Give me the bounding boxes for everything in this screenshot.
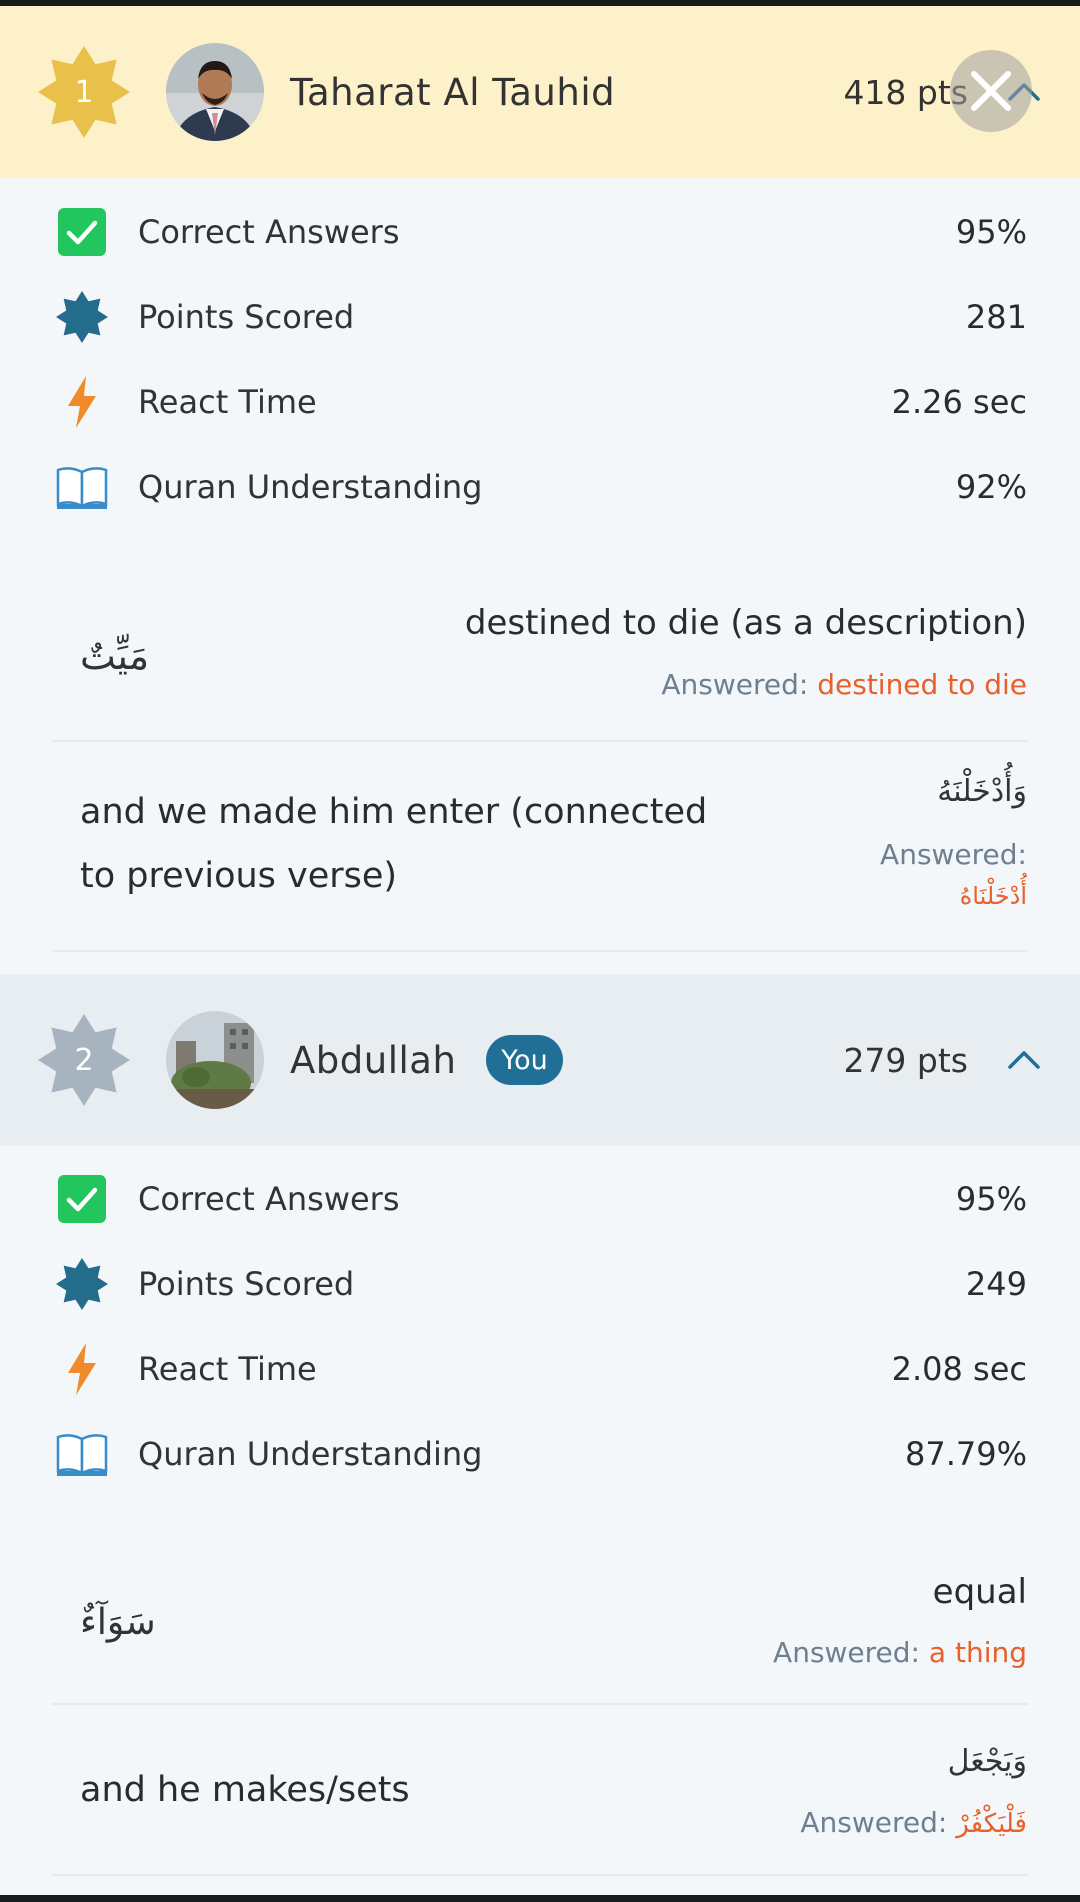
star-badge-icon — [56, 291, 108, 343]
stat-row-react-time: React Time 2.26 sec — [0, 372, 1080, 432]
stat-label: React Time — [138, 383, 317, 421]
close-button[interactable] — [950, 50, 1032, 132]
stat-value: 87.79% — [904, 1435, 1027, 1473]
answered-line: Answered: فَلْيَكْفُرْ — [800, 1806, 1027, 1839]
divider — [52, 1703, 1028, 1705]
rank-badge-silver: 2 — [38, 1014, 130, 1106]
stat-value: 95% — [955, 1180, 1027, 1218]
stat-value: 95% — [955, 213, 1027, 251]
you-badge: You — [486, 1035, 563, 1085]
question-meaning: to previous verse) — [80, 856, 398, 896]
check-icon — [56, 206, 108, 258]
check-icon — [56, 1173, 108, 1225]
avatar — [166, 1011, 264, 1109]
stat-label: React Time — [138, 1350, 317, 1388]
star-badge-icon — [56, 1258, 108, 1310]
arabic-word: مَيِّتٌ — [80, 634, 150, 678]
stat-row-quran-understanding: Quran Understanding 92% — [0, 457, 1080, 517]
player-name: Abdullah — [290, 1038, 457, 1082]
stat-row-points-scored: Points Scored 249 — [0, 1254, 1080, 1314]
player-row-1[interactable]: 1 Taharat Al Tauhid 418 pts — [0, 6, 1080, 178]
divider — [52, 1874, 1028, 1876]
stat-label: Correct Answers — [138, 1180, 400, 1218]
stat-value: 281 — [965, 298, 1027, 336]
question-meaning: destined to die (as a description) — [464, 603, 1027, 643]
question-meaning: and he makes/sets — [80, 1770, 410, 1810]
answered-label: Answered: — [880, 838, 1027, 871]
stat-row-quran-understanding: Quran Understanding 87.79% — [0, 1424, 1080, 1484]
stat-label: Points Scored — [138, 298, 355, 336]
stat-value: 2.08 sec — [891, 1350, 1027, 1388]
stat-value: 249 — [965, 1265, 1027, 1303]
stat-label: Quran Understanding — [138, 1435, 483, 1473]
stat-row-correct-answers: Correct Answers 95% — [0, 1169, 1080, 1229]
answered-label: Answered: — [661, 668, 809, 701]
player-name: Taharat Al Tauhid — [290, 70, 616, 114]
question-meaning: and we made him enter (connected — [80, 792, 708, 832]
player-points: 279 pts — [843, 1040, 968, 1080]
leaderboard-screen: 1 Taharat Al Tauhid 418 pts Correct Answ… — [0, 6, 1080, 1895]
lightning-icon — [56, 1343, 108, 1395]
rank-badge-gold: 1 — [38, 46, 130, 138]
avatar — [166, 43, 264, 141]
answered-line: Answered: a thing — [773, 1636, 1027, 1669]
stat-row-correct-answers: Correct Answers 95% — [0, 202, 1080, 262]
stat-row-points-scored: Points Scored 281 — [0, 287, 1080, 347]
answered-label: Answered: — [773, 1636, 920, 1669]
answered-value: destined to die — [817, 668, 1027, 701]
book-icon — [56, 461, 108, 513]
answered-value: فَلْيَكْفُرْ — [956, 1809, 1027, 1839]
arabic-word: وَأُدْخَلْنَهُ — [937, 774, 1027, 809]
arabic-word: سَوَآءٌ — [80, 1602, 156, 1643]
divider — [52, 740, 1028, 742]
rank-number: 1 — [74, 74, 94, 110]
close-icon — [971, 71, 1011, 111]
answered-label: Answered: — [800, 1806, 948, 1839]
stat-value: 92% — [955, 468, 1027, 506]
answered-line: Answered: destined to die — [661, 668, 1027, 701]
player-row-2[interactable]: 2 Abdullah You 279 pts — [0, 974, 1080, 1146]
answered-value: a thing — [928, 1636, 1027, 1669]
question-meaning: equal — [932, 1572, 1027, 1612]
arabic-word: وَيَجْعَل — [947, 1744, 1027, 1779]
divider — [52, 950, 1028, 952]
stat-label: Quran Understanding — [138, 468, 483, 506]
answered-value: أُدْخَلْنَاهُ — [959, 882, 1027, 910]
lightning-icon — [56, 376, 108, 428]
stat-label: Points Scored — [138, 1265, 355, 1303]
stat-value: 2.26 sec — [891, 383, 1027, 421]
book-icon — [56, 1428, 108, 1480]
rank-number: 2 — [74, 1042, 94, 1078]
stat-label: Correct Answers — [138, 213, 400, 251]
chevron-up-icon[interactable] — [1004, 1040, 1044, 1080]
stat-row-react-time: React Time 2.08 sec — [0, 1339, 1080, 1399]
